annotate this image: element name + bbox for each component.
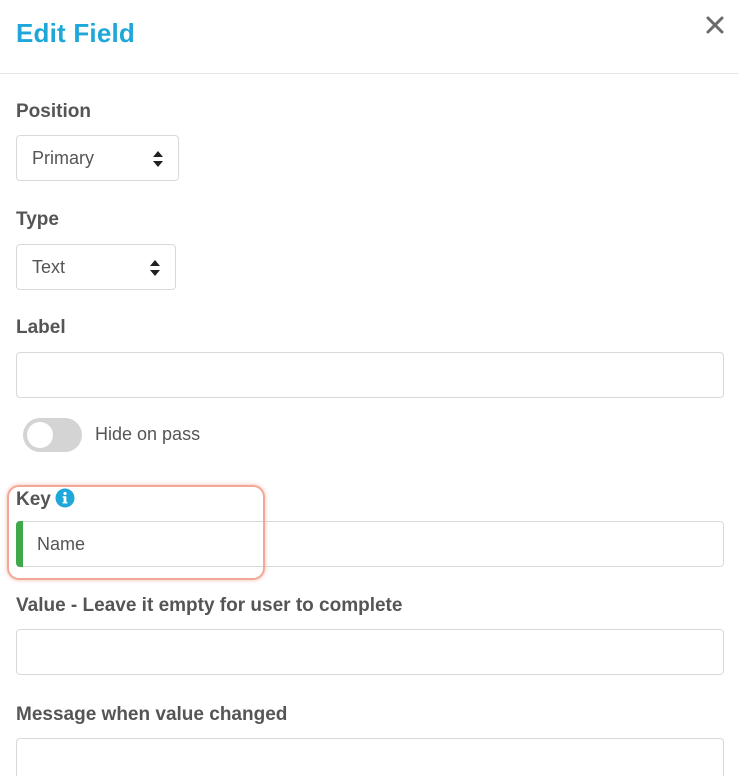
type-label: Type bbox=[16, 209, 59, 230]
type-select[interactable]: Text bbox=[16, 244, 176, 290]
sort-caret-icon bbox=[150, 260, 160, 276]
value-input[interactable] bbox=[16, 629, 724, 675]
info-icon[interactable] bbox=[55, 488, 75, 508]
close-button[interactable] bbox=[700, 10, 730, 40]
dialog-title: Edit Field bbox=[16, 18, 135, 48]
value-label: Value - Leave it empty for user to compl… bbox=[16, 595, 403, 616]
position-select[interactable]: Primary bbox=[16, 135, 179, 181]
position-selected-value: Primary bbox=[32, 148, 94, 168]
label-field-label: Label bbox=[16, 317, 66, 338]
edit-field-dialog: Edit Field Position Primary Type Text La… bbox=[0, 0, 738, 776]
message-input[interactable] bbox=[16, 738, 724, 776]
key-input[interactable] bbox=[16, 521, 724, 567]
hide-on-pass-toggle[interactable] bbox=[23, 418, 82, 452]
key-valid-indicator bbox=[16, 521, 23, 567]
type-selected-value: Text bbox=[32, 257, 66, 277]
toggle-knob bbox=[27, 422, 53, 448]
position-label: Position bbox=[16, 101, 91, 122]
sort-caret-icon bbox=[153, 151, 163, 167]
label-input[interactable] bbox=[16, 352, 724, 398]
close-icon bbox=[706, 16, 724, 34]
hide-on-pass-label: Hide on pass bbox=[95, 424, 201, 444]
dialog-header: Edit Field bbox=[0, 0, 738, 74]
message-label: Message when value changed bbox=[16, 704, 288, 725]
key-label: Key bbox=[16, 489, 51, 510]
